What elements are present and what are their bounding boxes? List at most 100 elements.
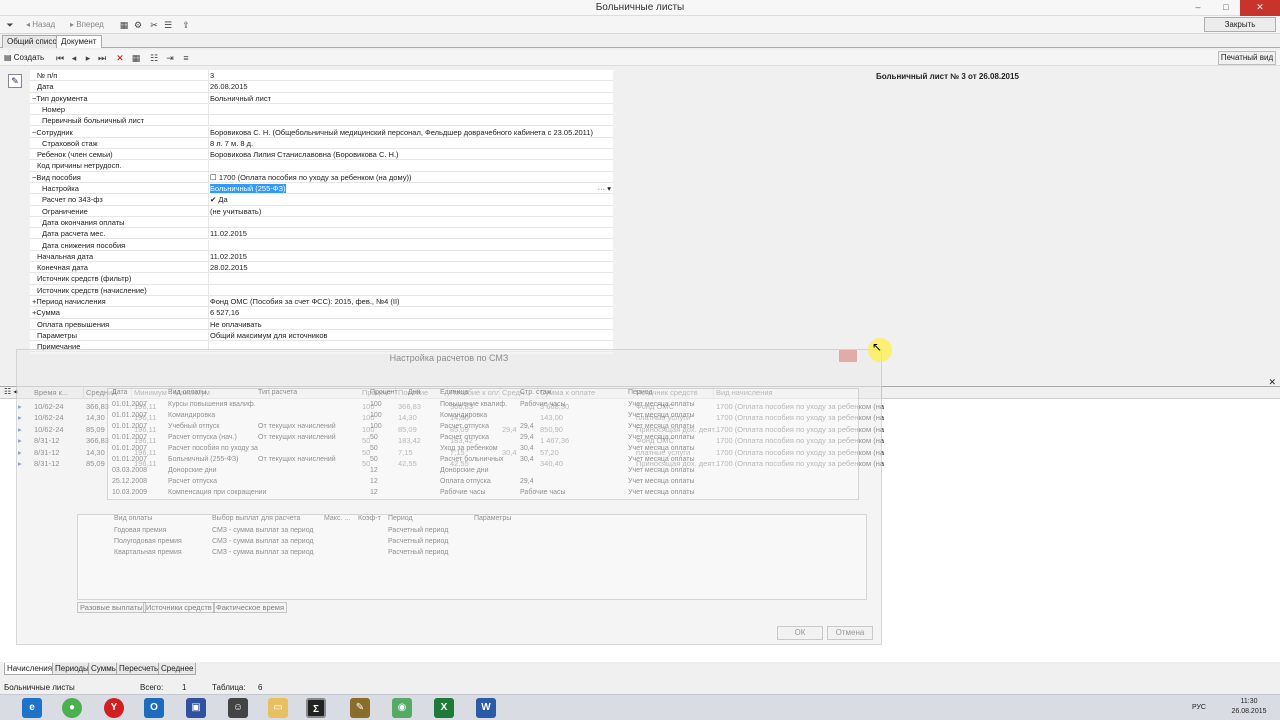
- ie-icon[interactable]: e: [22, 698, 42, 718]
- property-value[interactable]: Больничный лист: [208, 92, 613, 104]
- last-record-icon[interactable]: ⏭: [96, 52, 108, 64]
- tab-average[interactable]: Среднее: [158, 663, 197, 675]
- property-row[interactable]: Источник средств (начисление): [30, 284, 613, 296]
- create-button[interactable]: ▤ Создать: [4, 52, 44, 64]
- excel-icon[interactable]: X: [434, 698, 454, 718]
- property-row[interactable]: +Сумма 6 527,16: [30, 307, 613, 319]
- columns-icon[interactable]: ☷: [148, 52, 160, 64]
- property-value[interactable]: [208, 284, 613, 296]
- dialog-tab-sources[interactable]: Источники средств: [143, 602, 215, 613]
- dialog-tab-actual-time[interactable]: Фактическое время: [213, 602, 288, 613]
- dialog-column-header[interactable]: Дата: [112, 389, 128, 396]
- print-view-button[interactable]: Печатный вид: [1218, 51, 1276, 65]
- property-row[interactable]: Первичный больничный лист: [30, 115, 613, 127]
- property-value[interactable]: Боровикова Лилия Станиславовна (Боровико…: [208, 149, 613, 161]
- tools-icon[interactable]: ✂: [148, 19, 160, 31]
- export-icon[interactable]: ⇪: [180, 19, 192, 31]
- property-value[interactable]: 6 527,16: [208, 307, 613, 319]
- property-value[interactable]: Фонд ОМС (Пособия за счет ФСС): 2015, фе…: [208, 296, 613, 307]
- report-icon[interactable]: ☰: [162, 19, 174, 31]
- property-value[interactable]: ✔ Да: [208, 194, 613, 206]
- settings-icon[interactable]: ⚙: [132, 19, 144, 31]
- next-record-icon[interactable]: ▸: [82, 52, 94, 64]
- dialog-column-header[interactable]: Тип расчета: [258, 389, 297, 396]
- property-value[interactable]: [208, 239, 613, 251]
- property-row[interactable]: Дата расчета мес. 11.02.2015: [30, 228, 613, 240]
- property-value[interactable]: 26.08.2015: [208, 81, 613, 93]
- dialog-ok-button[interactable]: ОК: [777, 626, 823, 640]
- dialog-column-header[interactable]: Макс. ...: [324, 515, 350, 522]
- tab-periods[interactable]: Периоды: [52, 663, 92, 675]
- alien-icon[interactable]: ☺: [228, 698, 248, 718]
- property-row[interactable]: Расчет по 343-фз ✔ Да: [30, 194, 613, 206]
- dialog-column-header[interactable]: Стр. стаж: [520, 389, 551, 396]
- dialog-column-header[interactable]: Параметры: [474, 515, 511, 522]
- checkbox-icon[interactable]: ☐: [210, 173, 219, 182]
- calculator-icon[interactable]: ▦: [118, 19, 130, 31]
- dialog-column-header[interactable]: Коэф-т: [358, 515, 381, 522]
- menu-dropdown-icon[interactable]: ⏷: [4, 19, 16, 31]
- minimize-button[interactable]: –: [1184, 0, 1212, 16]
- tab-document[interactable]: Документ: [56, 35, 102, 48]
- dialog-column-header[interactable]: Процент: [370, 389, 398, 396]
- maximize-button[interactable]: □: [1212, 0, 1240, 16]
- camera-icon[interactable]: ◉: [392, 698, 412, 718]
- dialog-table-row[interactable]: 10.03.2009 Компенсация при сокращении 12 Ра…: [108, 489, 858, 500]
- property-value[interactable]: [208, 103, 613, 115]
- property-row[interactable]: Код причины нетрудосп.: [30, 160, 613, 172]
- tab-accruals[interactable]: Начисления: [4, 663, 56, 675]
- delete-icon[interactable]: ✕: [114, 52, 126, 64]
- close-document-button[interactable]: Закрыть: [1204, 17, 1276, 32]
- first-record-icon[interactable]: ⏮: [54, 52, 66, 64]
- dialog-column-header[interactable]: Единица: [440, 389, 468, 396]
- dialog-subtable-row[interactable]: Квартальная премия СМЗ - сумма выплат за …: [78, 549, 866, 560]
- property-row[interactable]: Ребенок (член семьи) Боровикова Лилия Ста…: [30, 149, 613, 161]
- property-row[interactable]: Дата снижения пособия: [30, 239, 613, 251]
- chrome-icon[interactable]: ●: [62, 698, 82, 718]
- dialog-table-row[interactable]: 01.01.2007 Учебный отпуск От текущих начис…: [108, 423, 858, 434]
- dialog-table-row[interactable]: 01.01.2007 Расчет пособия по уходу за 50 Ух…: [108, 445, 858, 456]
- property-row[interactable]: Оплата превышения Не оплачивать: [30, 318, 613, 330]
- property-row[interactable]: Начальная дата 11.02.2015: [30, 250, 613, 263]
- list-icon[interactable]: ≡: [180, 52, 192, 64]
- dialog-subtable-row[interactable]: Полугодовая премия СМЗ - сумма выплат за …: [78, 538, 866, 549]
- tab-recalcs[interactable]: Пересчеты: [116, 663, 163, 675]
- word-icon[interactable]: W: [476, 698, 496, 718]
- property-row[interactable]: −Вид пособия ☐ 1700 (Оплата пособия по ух…: [30, 171, 613, 183]
- property-row[interactable]: Параметры Общий максимум для источников: [30, 329, 613, 342]
- property-row[interactable]: Ограничение (не учитывать): [30, 205, 613, 217]
- dialog-column-header[interactable]: Выбор выплат для расчета: [212, 515, 300, 522]
- property-value[interactable]: [208, 115, 613, 127]
- outlook-icon[interactable]: O: [144, 698, 164, 718]
- property-row[interactable]: +Период начисления Фонд ОМС (Пособия за с…: [30, 296, 613, 308]
- property-value[interactable]: ☐ 1700 (Оплата пособия по уходу за ребен…: [208, 171, 613, 183]
- dialog-cancel-button[interactable]: Отмена: [827, 626, 873, 640]
- dialog-column-header[interactable]: Вид оплаты: [168, 389, 206, 396]
- property-row[interactable]: Номер: [30, 103, 613, 116]
- property-row[interactable]: Дата 26.08.2015: [30, 81, 613, 93]
- forward-button[interactable]: ▸ Вперед: [70, 18, 104, 32]
- dialog-column-header[interactable]: Период: [628, 389, 653, 396]
- dropdown-icon[interactable]: ··· ▾: [598, 183, 611, 194]
- property-row[interactable]: Конечная дата 28.02.2015: [30, 262, 613, 274]
- dialog-close-button[interactable]: [839, 350, 857, 362]
- tools-app-icon[interactable]: ✎: [350, 698, 370, 718]
- property-value[interactable]: Общий максимум для источников: [208, 329, 613, 341]
- dialog-subtable-row[interactable]: Годовая премия СМЗ - сумма выплат за пери…: [78, 527, 866, 538]
- dialog-table-row[interactable]: 03.03.2008 Донорские дни 12 Донорские дни Уч…: [108, 467, 858, 478]
- property-value[interactable]: [208, 160, 613, 172]
- prev-record-icon[interactable]: ◂: [68, 52, 80, 64]
- property-value[interactable]: Не оплачивать: [208, 318, 613, 330]
- property-value[interactable]: Больничный (255-ФЗ) ··· ▾: [208, 183, 613, 194]
- window-close-button[interactable]: ✕: [1240, 0, 1280, 16]
- dialog-column-header[interactable]: Вид оплаты: [114, 515, 152, 522]
- grid-icon[interactable]: ▦: [130, 52, 142, 64]
- property-row[interactable]: № п/п 3: [30, 70, 613, 82]
- property-value[interactable]: 28.02.2015: [208, 262, 613, 274]
- dialog-column-header[interactable]: Дни: [408, 389, 421, 396]
- folder-icon[interactable]: ▭: [268, 698, 288, 718]
- property-row[interactable]: Настройка Больничный (255-ФЗ) ··· ▾: [30, 183, 613, 195]
- property-value[interactable]: Боровикова С. Н. (Общебольничный медицин…: [208, 126, 613, 138]
- back-button[interactable]: ◂ Назад: [26, 18, 55, 32]
- save-icon[interactable]: ▣: [186, 698, 206, 718]
